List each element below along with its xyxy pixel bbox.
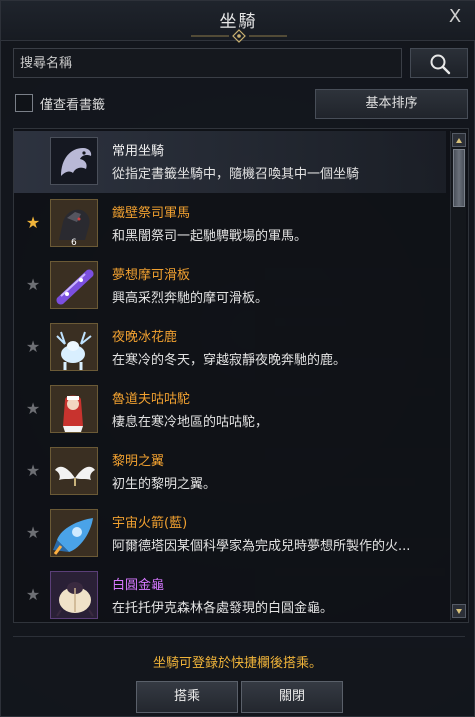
filter-row: 僅查看書籤 基本排序	[13, 89, 468, 119]
ride-button[interactable]: 搭乘	[136, 681, 238, 713]
mount-description: 和黑闇祭司一起馳騁戰場的軍馬。	[112, 229, 308, 244]
favorite-star-icon[interactable]: ★	[24, 400, 42, 418]
bookmark-only-label: 僅查看書籤	[40, 98, 106, 113]
hoverboard-icon	[50, 261, 98, 309]
mount-row[interactable]: ★ 宇宙火箭(藍) 阿爾德塔因某個科學家為完成兒時夢想所製作的火...	[14, 503, 446, 565]
mount-name: 夢想摩可滑板	[112, 268, 191, 283]
mount-name: 宇宙火箭(藍)	[112, 516, 188, 531]
count-badge: 6	[71, 238, 77, 247]
title-ornament-icon	[191, 29, 287, 43]
mount-row[interactable]: ★ 夜晚冰花鹿 在寒冷的冬天，穿越寂靜夜晚奔馳的鹿。	[14, 317, 446, 379]
sort-button[interactable]: 基本排序	[315, 89, 468, 119]
mount-description: 在寒冷的冬天，穿越寂靜夜晚奔馳的鹿。	[112, 353, 347, 368]
mount-name: 夜晚冰花鹿	[112, 330, 178, 345]
list-scrollbar[interactable]	[450, 131, 466, 620]
mount-row[interactable]: ★ 6 鐵壁祭司軍馬 和黑闇祭司一起馳騁戰場的軍馬。	[14, 193, 446, 255]
search-button[interactable]	[410, 48, 468, 78]
search-icon	[430, 54, 451, 75]
search-input[interactable]	[13, 48, 402, 78]
close-icon[interactable]: X	[444, 6, 466, 28]
white-wings-icon	[50, 447, 98, 495]
white-beetle-icon	[50, 571, 98, 619]
favorite-star-icon[interactable]: ★	[24, 524, 42, 542]
mount-row[interactable]: ★ 夢想摩可滑板 興高采烈奔馳的摩可滑板。	[14, 255, 446, 317]
footer-divider	[13, 636, 465, 637]
favorite-star-icon[interactable]: ★	[24, 586, 42, 604]
favorite-star-icon[interactable]: ★	[24, 338, 42, 356]
favorite-star-icon[interactable]: ★	[24, 214, 42, 232]
title-bar[interactable]: 坐騎 X	[1, 1, 475, 43]
bookmark-only-checkbox[interactable]	[15, 94, 33, 112]
close-button[interactable]: 關閉	[241, 681, 343, 713]
mount-description: 阿爾德塔因某個科學家為完成兒時夢想所製作的火...	[112, 539, 411, 554]
ice-deer-icon	[50, 323, 98, 371]
scroll-down-arrow-icon[interactable]	[452, 604, 466, 618]
mount-name: 黎明之翼	[112, 454, 165, 469]
mount-window: 坐騎 X 僅查看書籤 基本排序	[0, 0, 475, 717]
search-row	[13, 48, 468, 78]
mount-name: 常用坐騎	[112, 144, 165, 159]
blue-rocket-icon	[50, 509, 98, 557]
mount-list[interactable]: 常用坐騎 從指定書籤坐騎中，隨機召喚其中一個坐騎 ★ 6 鐵壁祭司軍馬 和黑闇祭…	[13, 128, 469, 623]
mount-description: 從指定書籤坐騎中，隨機召喚其中一個坐騎	[112, 167, 360, 182]
mount-description: 初生的黎明之翼。	[112, 477, 217, 492]
armored-warhorse-icon: 6	[50, 199, 98, 247]
camel-bird-icon	[50, 385, 98, 433]
ride-hint: 坐騎可登錄於快捷欄後搭乘。	[152, 656, 322, 671]
favorite-star-icon[interactable]: ★	[24, 276, 42, 294]
mount-row-common[interactable]: 常用坐騎 從指定書籤坐騎中，隨機召喚其中一個坐騎	[14, 131, 446, 193]
mount-description: 棲息在寒冷地區的咕咕駝，	[112, 415, 269, 430]
mount-description: 在托托伊克森林各處發現的白圓金龜。	[112, 601, 334, 616]
mount-description: 興高采烈奔馳的摩可滑板。	[112, 291, 269, 306]
scroll-up-arrow-icon[interactable]	[452, 133, 466, 147]
favorite-star-icon[interactable]: ★	[24, 462, 42, 480]
scroll-thumb[interactable]	[453, 149, 465, 207]
dragon-emblem-icon	[50, 137, 98, 185]
mount-name: 白圓金龜	[112, 578, 165, 593]
mount-row[interactable]: ★ 白圓金龜 在托托伊克森林各處發現的白圓金龜。	[14, 565, 446, 622]
mount-name: 魯道夫咕咕駝	[112, 392, 191, 407]
mount-row[interactable]: ★ 黎明之翼 初生的黎明之翼。	[14, 441, 446, 503]
mount-name: 鐵壁祭司軍馬	[112, 206, 191, 221]
mount-row[interactable]: ★ 魯道夫咕咕駝 棲息在寒冷地區的咕咕駝，	[14, 379, 446, 441]
